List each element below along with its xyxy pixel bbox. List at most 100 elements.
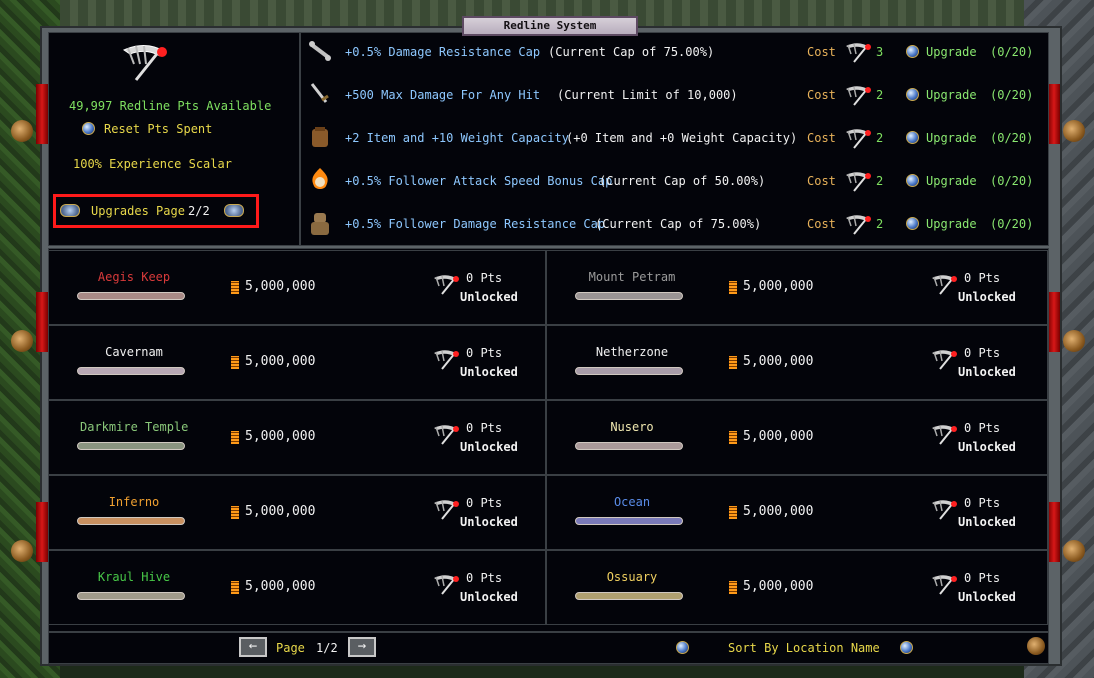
redline-points-icon [846,43,871,63]
reset-points-button[interactable]: Reset Pts Spent [104,122,212,136]
upgrade-detail: (Current Cap of 75.00%) [548,45,715,59]
location-name: Darkmire Temple [80,420,189,434]
frame-knob [11,330,33,352]
upgrade-progress: (0/20) [990,45,1034,59]
frame-knob [1063,540,1085,562]
upgrade-orb-icon[interactable] [906,131,919,144]
upgrade-name: +0.5% Damage Resistance Cap [345,45,541,59]
location-status: Unlocked [958,590,1016,604]
upgrade-cost-value: 2 [876,131,884,145]
upgrades-page-value: 2/2 [188,204,210,218]
redline-points-icon [434,275,459,295]
location-gold-cost: 5,000,000 [743,354,814,369]
upgrade-name: +0.5% Follower Attack Speed Bonus Cap [345,174,613,188]
scythe-logo-icon [122,45,167,81]
upgrade-orb-icon[interactable] [906,217,919,230]
location-progress-bar [575,292,683,300]
location-status: Unlocked [958,515,1016,529]
page-value: 1/2 [316,641,338,655]
location-points: 0 Pts [466,271,503,285]
frame-side-tab [36,84,48,144]
location-gold-cost: 5,000,000 [245,504,316,519]
previous-upgrades-page-button[interactable] [60,204,80,217]
redline-points-icon [932,500,957,520]
next-page-button[interactable]: → [348,637,376,657]
frame-side-tab [36,502,48,562]
upgrade-cost-value: 2 [876,174,884,188]
golem-icon [311,213,329,235]
upgrade-orb-icon[interactable] [906,88,919,101]
upgrade-button[interactable]: Upgrade [926,45,977,59]
upgrade-detail: (Current Cap of 75.00%) [595,217,762,231]
location-progress-bar [575,367,683,375]
location-progress-bar [77,517,185,525]
location-progress-bar [575,442,683,450]
gold-coins-icon [231,431,239,444]
location-status: Unlocked [460,290,518,304]
location-name: Netherzone [595,345,669,359]
page-label: Page [276,641,305,655]
redline-points-icon [846,129,871,149]
location-points: 0 Pts [964,421,1001,435]
upgrade-button[interactable]: Upgrade [926,131,977,145]
frame-side-tab [1048,84,1060,144]
location-name: Cavernam [105,345,163,359]
upgrade-cost-value: 2 [876,217,884,231]
gold-coins-icon [231,356,239,369]
location-points: 0 Pts [466,571,503,585]
upgrade-button[interactable]: Upgrade [926,88,977,102]
redline-points-icon [932,425,957,445]
location-points: 0 Pts [466,421,503,435]
location-points: 0 Pts [964,346,1001,360]
reset-orb-icon[interactable] [82,122,95,135]
location-gold-cost: 5,000,000 [743,504,814,519]
gold-coins-icon [729,356,737,369]
sort-previous-orb-icon[interactable] [676,641,689,654]
frame-side-tab [1048,292,1060,352]
location-points: 0 Pts [964,271,1001,285]
location-progress-bar [77,442,185,450]
location-status: Unlocked [460,365,518,379]
gold-coins-icon [729,581,737,594]
upgrade-orb-icon[interactable] [906,45,919,58]
gold-coins-icon [729,506,737,519]
location-name: Aegis Keep [97,270,171,284]
frame-side-tab [1048,502,1060,562]
location-points: 0 Pts [466,496,503,510]
location-status: Unlocked [460,515,518,529]
location-name: Ossuary [606,570,658,584]
frame-knob [11,120,33,142]
gold-coins-icon [729,431,737,444]
location-status: Unlocked [460,440,518,454]
location-status: Unlocked [958,290,1016,304]
upgrade-button[interactable]: Upgrade [926,217,977,231]
location-gold-cost: 5,000,000 [245,279,316,294]
upgrade-cost-label: Cost [807,217,836,231]
upgrade-name: +0.5% Follower Damage Resistance Cap [345,217,606,231]
upgrade-progress: (0/20) [990,88,1034,102]
upgrade-cost-value: 3 [876,45,884,59]
location-name: Nusero [610,420,654,434]
upgrade-button[interactable]: Upgrade [926,174,977,188]
upgrade-detail: (Current Limit of 10,000) [557,88,738,102]
bone-icon [309,41,331,61]
upgrade-cost-value: 2 [876,88,884,102]
sort-next-orb-icon[interactable] [900,641,913,654]
upgrade-orb-icon[interactable] [906,174,919,187]
redline-points-icon [434,350,459,370]
next-upgrades-page-button[interactable] [224,204,244,217]
previous-page-button[interactable]: ← [239,637,267,657]
footer-panel [48,632,1049,664]
upgrade-cost-label: Cost [807,174,836,188]
dagger-icon [310,83,329,103]
redline-points-icon [932,350,957,370]
location-name: Inferno [108,495,160,509]
upgrade-progress: (0/20) [990,174,1034,188]
redline-points-icon [434,575,459,595]
location-progress-bar [77,292,185,300]
location-name: Mount Petram [588,270,676,284]
upgrade-detail: (+0 Item and +0 Weight Capacity) [566,131,798,145]
upgrade-progress: (0/20) [990,217,1034,231]
location-progress-bar [77,592,185,600]
location-gold-cost: 5,000,000 [743,579,814,594]
